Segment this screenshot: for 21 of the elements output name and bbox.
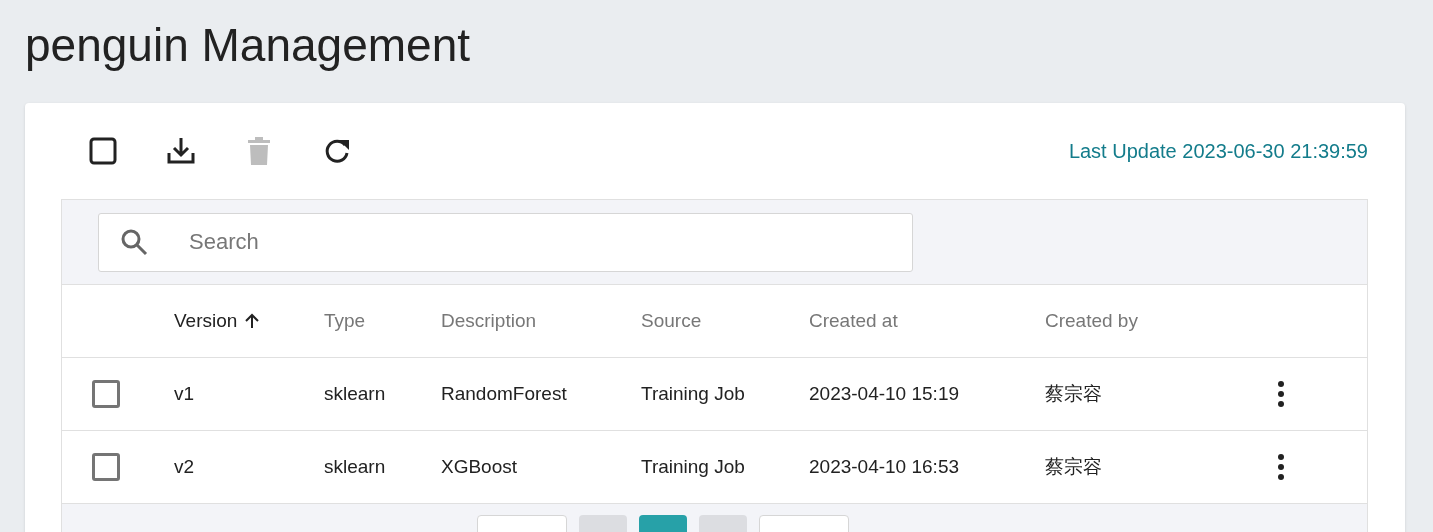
table-cell-text: sklearn (324, 383, 387, 405)
column-header[interactable]: Description (441, 310, 641, 332)
table-cell-text: sklearn (324, 456, 387, 478)
table-cell-text: 2023-04-10 15:19 (809, 383, 960, 405)
column-header[interactable]: Created at (809, 310, 1045, 332)
table-cell-text: XGBoost (441, 456, 519, 478)
column-header[interactable]: Source (641, 310, 809, 332)
table-cell-text: 蔡宗容 (1045, 455, 1103, 479)
table-cell-text: Training Job (641, 383, 746, 405)
last-update-text: Last Update 2023-06-30 21:39:59 (1068, 139, 1368, 163)
table-cell-text: Training Job (641, 456, 746, 478)
table-cell-text: RandomForest (441, 383, 568, 405)
column-header[interactable]: Created by (1045, 310, 1275, 332)
page-title: penguin Management (24, 18, 471, 73)
table-cell-text: 2023-04-10 16:53 (809, 456, 960, 478)
column-header[interactable]: Type (324, 310, 441, 332)
column-header[interactable]: Version (174, 310, 324, 332)
search-field[interactable]: Search (98, 212, 913, 272)
table-cell-text: 蔡宗容 (1045, 382, 1103, 406)
table-cell-text: v1 (174, 383, 196, 405)
table-cell-text: v2 (174, 456, 196, 478)
